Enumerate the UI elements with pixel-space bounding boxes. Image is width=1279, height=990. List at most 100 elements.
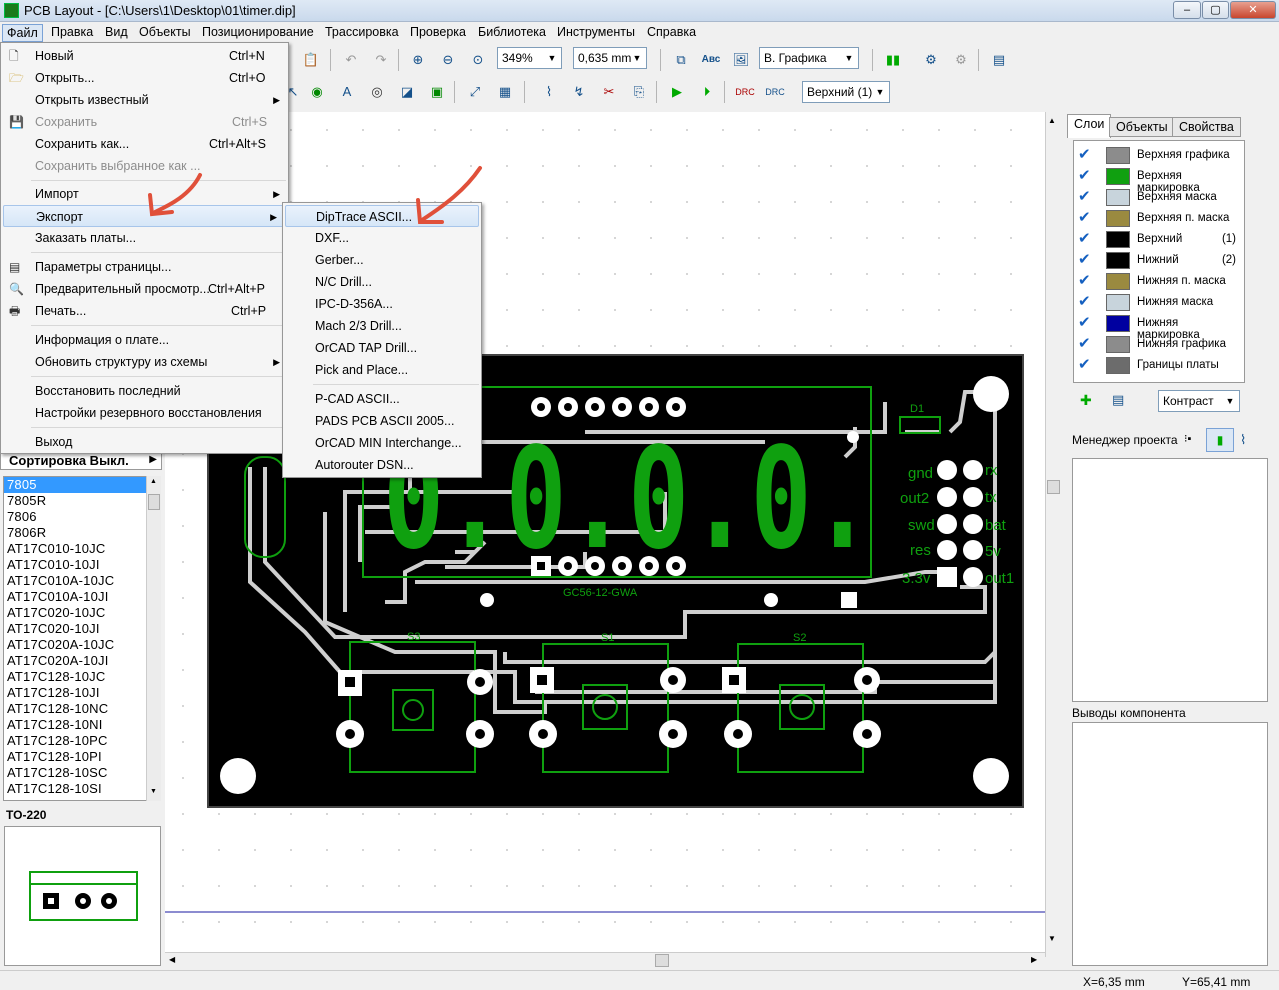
- layer-row[interactable]: ✔ Верхняя п. маска: [1076, 209, 1242, 228]
- net-view-icon[interactable]: ⌇: [1240, 432, 1246, 448]
- menu-item-save[interactable]: 💾 Сохранить Ctrl+S: [3, 111, 286, 133]
- image-icon[interactable]: 🖼: [730, 49, 752, 71]
- check-icon[interactable]: ✔: [1078, 336, 1094, 352]
- menu-tools[interactable]: Инструменты: [553, 24, 639, 40]
- sort-toggle[interactable]: Сортировка Выкл. ▶: [0, 452, 162, 470]
- component-icon[interactable]: ▮▮: [882, 49, 904, 71]
- canvas-horizontal-scrollbar[interactable]: ◀ ▶: [165, 952, 1045, 968]
- menu-routing[interactable]: Трассировка: [321, 24, 403, 40]
- export-icon[interactable]: ▤: [988, 49, 1010, 71]
- layer-row[interactable]: ✔ Границы платы: [1076, 356, 1242, 375]
- text-icon[interactable]: Авс: [700, 49, 722, 71]
- check-icon[interactable]: ✔: [1078, 189, 1094, 205]
- list-item[interactable]: AT17C010A-10JC: [4, 573, 160, 589]
- minimize-button[interactable]: –: [1173, 1, 1201, 19]
- project-manager-icon[interactable]: ⁝▪: [1184, 432, 1191, 445]
- route-setup-icon[interactable]: ⎘: [628, 81, 650, 103]
- grid-combo[interactable]: 0,635 mm ▼: [573, 47, 647, 69]
- undo-icon[interactable]: ↶: [340, 49, 362, 71]
- menu-item-orcad-min[interactable]: OrCAD MIN Interchange...: [285, 432, 479, 454]
- zoom-in-icon[interactable]: ⊕: [407, 49, 429, 71]
- route-icon[interactable]: ⌇: [538, 81, 560, 103]
- layer-row[interactable]: ✔ Нижняя маска: [1076, 293, 1242, 312]
- zoom-combo[interactable]: 349% ▼: [497, 47, 562, 69]
- tab-properties[interactable]: Свойства: [1172, 117, 1241, 137]
- copper-pour-icon[interactable]: ◪: [396, 81, 418, 103]
- route-manual-icon[interactable]: ↯: [568, 81, 590, 103]
- redo-icon[interactable]: ↷: [370, 49, 392, 71]
- menu-item-new[interactable]: 🗋 Новый Ctrl+N: [3, 45, 286, 67]
- component-list[interactable]: 7805 7805R 7806 7806R AT17C010-10JC AT17…: [3, 476, 161, 801]
- list-item[interactable]: AT17C010-10JI: [4, 557, 160, 573]
- check-icon[interactable]: ✔: [1078, 210, 1094, 226]
- menu-file[interactable]: Файл: [2, 24, 43, 42]
- menu-item-pick-and-place[interactable]: Pick and Place...: [285, 359, 479, 381]
- menu-help[interactable]: Справка: [643, 24, 700, 40]
- check-icon[interactable]: ✔: [1078, 273, 1094, 289]
- text-tool-icon[interactable]: A: [336, 81, 358, 103]
- menu-item-mach-drill[interactable]: Mach 2/3 Drill...: [285, 315, 479, 337]
- project-manager-box[interactable]: [1072, 458, 1268, 702]
- layer-settings-icon[interactable]: ▤: [1112, 392, 1124, 408]
- zoom-fit-icon[interactable]: ⊙: [467, 49, 489, 71]
- menu-item-gerber[interactable]: Gerber...: [285, 249, 479, 271]
- list-item[interactable]: AT17C128-10PC: [4, 733, 160, 749]
- drc-icon[interactable]: DRC: [734, 81, 756, 103]
- list-item[interactable]: 7806R: [4, 525, 160, 541]
- scroll-down-icon[interactable]: ▼: [150, 788, 157, 795]
- list-item[interactable]: AT17C010A-10JI: [4, 589, 160, 605]
- menu-item-import[interactable]: Импорт ▶: [3, 183, 286, 205]
- component-pins-box[interactable]: [1072, 722, 1268, 966]
- menu-item-open[interactable]: 🗁 Открыть... Ctrl+O: [3, 67, 286, 89]
- scroll-up-icon[interactable]: ▲: [150, 478, 157, 485]
- check-icon[interactable]: ✔: [1078, 231, 1094, 247]
- list-item[interactable]: AT17C010-10JC: [4, 541, 160, 557]
- check-icon[interactable]: ✔: [1078, 147, 1094, 163]
- run-fill-icon[interactable]: ⏵: [696, 81, 718, 103]
- layer-row[interactable]: ✔ Верхняя графика: [1076, 146, 1242, 165]
- layer-row[interactable]: ✔ Нижняя п. маска: [1076, 272, 1242, 291]
- check-icon[interactable]: ✔: [1078, 252, 1094, 268]
- layer-combo[interactable]: Верхний (1) ▼: [802, 81, 890, 103]
- drc-settings-icon[interactable]: DRC: [764, 81, 786, 103]
- tab-objects[interactable]: Объекты: [1109, 117, 1175, 137]
- scroll-up-icon[interactable]: ▲: [1048, 116, 1056, 125]
- list-item[interactable]: AT17C020A-10JI: [4, 653, 160, 669]
- tab-layers[interactable]: Слои: [1067, 114, 1112, 138]
- layer-list[interactable]: ✔ Верхняя графика ✔ Верхняя маркировка ✔ Ве…: [1073, 140, 1245, 383]
- scroll-left-icon[interactable]: ◀: [169, 955, 175, 964]
- menu-item-open-recent[interactable]: Открыть известный ▶: [3, 89, 286, 111]
- menu-item-save-selected[interactable]: Сохранить выбранное как ...: [3, 155, 286, 177]
- menu-item-page-setup[interactable]: ▤ Параметры страницы...: [3, 256, 286, 278]
- via-icon[interactable]: ◎: [366, 81, 388, 103]
- menu-item-backup-settings[interactable]: Настройки резервного восстановления: [3, 402, 286, 424]
- menu-item-dxf[interactable]: DXF...: [285, 227, 479, 249]
- layer-row[interactable]: ✔ Нижняя графика: [1076, 335, 1242, 354]
- menu-placement[interactable]: Позиционирование: [198, 24, 318, 40]
- menu-item-print[interactable]: 🖶 Печать... Ctrl+P: [3, 300, 286, 322]
- canvas-vertical-scrollbar[interactable]: ▲ ▼: [1045, 112, 1061, 957]
- list-item[interactable]: 7805R: [4, 493, 160, 509]
- layer-row[interactable]: ✔ Верхняя маска: [1076, 188, 1242, 207]
- menu-edit[interactable]: Правка: [47, 24, 97, 40]
- list-item[interactable]: AT17C128-10NI: [4, 717, 160, 733]
- run-autoroute-icon[interactable]: ▶: [666, 81, 688, 103]
- menu-objects[interactable]: Объекты: [135, 24, 195, 40]
- menu-item-export[interactable]: Экспорт ▶: [3, 205, 284, 227]
- zoom-out-icon[interactable]: ⊖: [437, 49, 459, 71]
- check-icon[interactable]: ✔: [1078, 168, 1094, 184]
- menu-item-pads-pcb-ascii[interactable]: PADS PCB ASCII 2005...: [285, 410, 479, 432]
- list-item[interactable]: 7805: [4, 477, 160, 493]
- add-layer-icon[interactable]: ✚: [1080, 392, 1092, 409]
- list-item[interactable]: 7806: [4, 509, 160, 525]
- list-item[interactable]: AT17C020-10JC: [4, 605, 160, 621]
- list-item[interactable]: AT17C128-10JI: [4, 685, 160, 701]
- menu-item-order-boards[interactable]: Заказать платы...: [3, 227, 286, 249]
- maximize-button[interactable]: ▢: [1202, 1, 1229, 19]
- list-item[interactable]: AT17C020-10JI: [4, 621, 160, 637]
- ratsnest-icon[interactable]: ⚙: [920, 49, 942, 71]
- menu-item-restore-last[interactable]: Восстановить последний: [3, 380, 286, 402]
- pad-icon[interactable]: ◉: [306, 81, 328, 103]
- menu-item-save-as[interactable]: Сохранить как... Ctrl+Alt+S: [3, 133, 286, 155]
- menu-verification[interactable]: Проверка: [406, 24, 470, 40]
